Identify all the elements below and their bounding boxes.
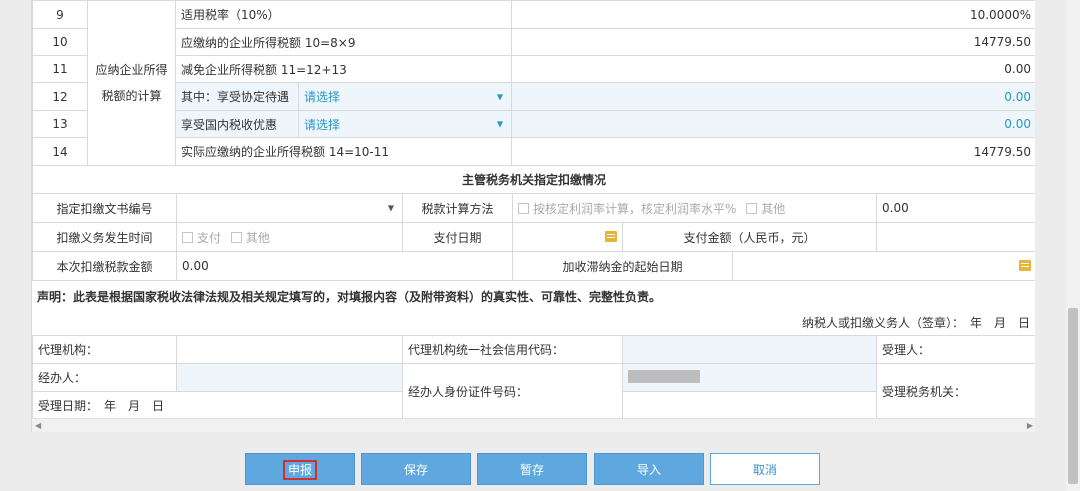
chevron-down-icon: ▼: [496, 92, 503, 101]
vertical-scrollbar[interactable]: [1066, 0, 1080, 491]
tax-method-other-checkbox[interactable]: [746, 202, 758, 214]
withholding-title-table: 主管税务机关指定扣缴情况: [32, 165, 1035, 194]
row-label: 实际应缴纳的企业所得税额 14=10-11: [175, 137, 512, 166]
tax-method-value[interactable]: 0.00: [876, 193, 1035, 223]
late-fee-date-label: 加收滞纳金的起始日期: [512, 251, 733, 281]
this-amount-value[interactable]: 0.00: [176, 251, 513, 281]
occur-other-checkbox[interactable]: [230, 231, 242, 243]
pay-date-field[interactable]: [512, 222, 623, 252]
group-label: 应纳企业所得税额的计算: [87, 0, 176, 166]
treaty-benefit-select[interactable]: 请选择 ▼: [298, 82, 512, 111]
row-value[interactable]: 14779.50: [511, 28, 1035, 56]
row-number: 13: [32, 110, 88, 138]
row-value[interactable]: 10.0000%: [511, 0, 1035, 29]
scroll-left-icon[interactable]: ◀: [35, 421, 41, 430]
row-number: 10: [32, 28, 88, 56]
occur-pay-checkbox[interactable]: [182, 231, 193, 243]
table-row: 10 应缴纳的企业所得税额 10=8×9 14779.50: [32, 28, 1035, 56]
checkbox-label: 按核定利润率计算，核定利润率水平%: [533, 201, 737, 216]
table-row: 11 减免企业所得税额 11=12+13 0.00: [32, 55, 1035, 83]
table-row: 13 享受国内税收优惠 请选择 ▼ 0.00: [32, 110, 1035, 138]
handler-id-field-2[interactable]: [622, 391, 877, 420]
action-bar: 申报 保存 暂存 导入 取消: [0, 453, 1080, 485]
row-label: 应缴纳的企业所得税额 10=8×9: [175, 28, 512, 56]
temp-save-button[interactable]: 暂存: [477, 453, 587, 485]
withholding-table-2: 扣缴义务发生时间 支付 其他 支付日期 支付金额（人民币，元）: [32, 222, 1035, 252]
tax-method-options: 按核定利润率计算，核定利润率水平% 其他: [512, 193, 877, 223]
this-amount-label: 本次扣缴税款金额: [32, 251, 177, 281]
table-row: 指定扣缴文书编号 ▼ 税款计算方法 按核定利润率计算，核定利润率水平% 其他 0…: [32, 193, 1035, 223]
row-number: 14: [32, 137, 88, 166]
row-number: 12: [32, 82, 88, 111]
declare-label: 申报: [282, 460, 317, 480]
handler-field[interactable]: [176, 363, 403, 392]
checkbox-label: 支付: [197, 230, 222, 245]
select-value: 请选择: [304, 90, 341, 104]
agent-table: 代理机构： 代理机构统一社会信用代码： 受理人： 经办人： 经办人身份证件号码：…: [32, 335, 1035, 420]
table-row: 经办人： 经办人身份证件号码： 受理税务机关：: [32, 363, 1035, 420]
table-row: 代理机构： 代理机构统一社会信用代码： 受理人：: [32, 335, 1035, 364]
row-label: 享受国内税收优惠: [175, 110, 299, 138]
credit-code-field[interactable]: [622, 335, 877, 364]
form-panel: 9 应纳企业所得税额的计算 适用税率（10%） 10.0000% 10 应缴纳的…: [31, 0, 1035, 432]
receive-office-label: 受理税务机关：: [876, 363, 1035, 420]
tax-method-label: 税款计算方法: [402, 193, 513, 223]
row-number: 11: [32, 55, 88, 83]
row-value[interactable]: 0.00: [511, 110, 1035, 138]
handler-id-field[interactable]: [622, 363, 877, 392]
row-label: 减免企业所得税额 11=12+13: [175, 55, 512, 83]
calendar-icon[interactable]: [605, 231, 617, 242]
table-row: 扣缴义务发生时间 支付 其他 支付日期 支付金额（人民币，元）: [32, 222, 1035, 252]
chevron-down-icon: ▼: [496, 119, 503, 129]
table-row: 14 实际应缴纳的企业所得税额 14=10-11 14779.50: [32, 137, 1035, 166]
declaration-block: 声明：此表是根据国家税收法律法规及相关规定填写的，对填报内容（及附带资料）的真实…: [32, 280, 1035, 336]
import-button[interactable]: 导入: [594, 453, 704, 485]
declare-button[interactable]: 申报: [245, 453, 355, 485]
scroll-right-icon[interactable]: ▶: [1027, 421, 1033, 430]
save-button[interactable]: 保存: [361, 453, 471, 485]
occur-time-label: 扣缴义务发生时间: [32, 222, 177, 252]
chevron-down-icon: ▼: [387, 203, 394, 213]
pay-date-label: 支付日期: [402, 222, 513, 252]
redacted-id: [628, 370, 700, 383]
row-label: 其中：享受协定待遇: [175, 82, 299, 111]
table-row: 本次扣缴税款金额 0.00 加收滞纳金的起始日期: [32, 251, 1035, 281]
checkbox-label: 其他: [245, 230, 270, 245]
doc-number-label: 指定扣缴文书编号: [32, 193, 177, 223]
calc-table: 9 应纳企业所得税额的计算 适用税率（10%） 10.0000% 10 应缴纳的…: [32, 0, 1035, 166]
doc-number-select[interactable]: ▼: [176, 193, 403, 223]
withholding-table-3: 本次扣缴税款金额 0.00 加收滞纳金的起始日期: [32, 251, 1035, 281]
checkbox-label: 其他: [761, 201, 786, 216]
row-label: 适用税率（10%）: [175, 0, 512, 29]
domestic-benefit-select[interactable]: 请选择 ▼: [298, 110, 512, 138]
cancel-button[interactable]: 取消: [710, 453, 820, 485]
withholding-table: 指定扣缴文书编号 ▼ 税款计算方法 按核定利润率计算，核定利润率水平% 其他 0…: [32, 193, 1035, 223]
row-value[interactable]: 0.00: [511, 55, 1035, 83]
agency-label: 代理机构：: [32, 335, 177, 364]
credit-code-label: 代理机构统一社会信用代码：: [402, 335, 623, 364]
handler-id-label: 经办人身份证件号码：: [402, 363, 623, 420]
handler-label: 经办人：: [32, 363, 177, 392]
late-fee-date-field[interactable]: [732, 251, 1035, 281]
section-title: 主管税务机关指定扣缴情况: [32, 165, 1035, 194]
row-value[interactable]: 0.00: [511, 82, 1035, 111]
row-value[interactable]: 14779.50: [511, 137, 1035, 166]
pay-amount-label: 支付金额（人民币，元）: [622, 222, 877, 252]
horizontal-scrollbar[interactable]: ◀ ▶: [32, 418, 1035, 432]
signature-line: 纳税人或扣缴义务人（签章）： 年 月 日: [801, 316, 1030, 330]
tax-method-rate-checkbox[interactable]: [518, 202, 529, 214]
row-number: 9: [32, 0, 88, 29]
pay-amount-field[interactable]: [876, 222, 1035, 252]
table-row: 9 应纳企业所得税额的计算 适用税率（10%） 10.0000%: [32, 0, 1035, 166]
declaration-text: 声明：此表是根据国家税收法律法规及相关规定填写的，对填报内容（及附带资料）的真实…: [37, 290, 662, 304]
select-value: 请选择: [304, 117, 341, 132]
receive-date-label: 受理日期： 年 月 日: [32, 391, 403, 420]
table-row: 12 其中：享受协定待遇 请选择 ▼ 0.00: [32, 82, 1035, 111]
agency-field[interactable]: [176, 335, 403, 364]
occur-time-options: 支付 其他: [176, 222, 403, 252]
calendar-icon[interactable]: [1019, 260, 1031, 271]
receiver-label: 受理人：: [876, 335, 1035, 364]
